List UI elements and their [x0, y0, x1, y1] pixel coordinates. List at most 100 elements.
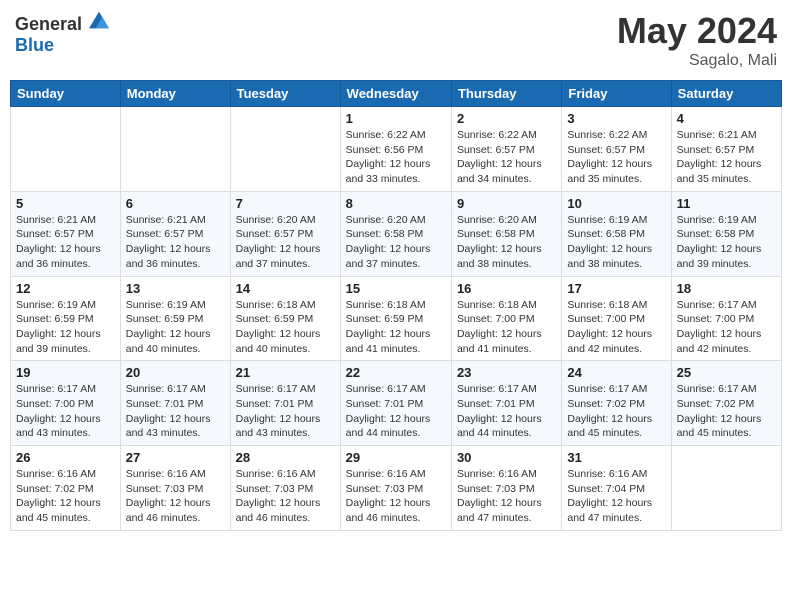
weekday-header-monday: Monday: [120, 81, 230, 107]
calendar-cell: 19 Sunrise: 6:17 AMSunset: 7:00 PMDayligh…: [11, 361, 121, 446]
week-row-1: 1 Sunrise: 6:22 AMSunset: 6:56 PMDaylight…: [11, 107, 782, 192]
weekday-header-row: SundayMondayTuesdayWednesdayThursdayFrid…: [11, 81, 782, 107]
day-number: 17: [567, 281, 665, 296]
weekday-header-tuesday: Tuesday: [230, 81, 340, 107]
day-number: 23: [457, 365, 556, 380]
logo-text: General Blue: [15, 10, 109, 56]
day-number: 19: [16, 365, 115, 380]
day-number: 28: [236, 450, 335, 465]
calendar-cell: [11, 107, 121, 192]
day-info: Sunrise: 6:16 AMSunset: 7:02 PMDaylight:…: [16, 467, 115, 526]
calendar-cell: 22Sunrise: 6:17 AMSunset: 7:01 PMDayligh…: [340, 361, 451, 446]
calendar-cell: [671, 446, 781, 531]
day-info: Sunrise: 6:18 AMSunset: 7:00 PMDaylight:…: [457, 298, 556, 357]
calendar-cell: 13Sunrise: 6:19 AMSunset: 6:59 PMDayligh…: [120, 276, 230, 361]
calendar-cell: [230, 107, 340, 192]
day-number: 5: [16, 196, 115, 211]
day-info: Sunrise: 6:20 AMSunset: 6:57 PMDaylight:…: [236, 213, 335, 272]
day-info: Sunrise: 6:22 AMSunset: 6:57 PMDaylight:…: [457, 128, 556, 187]
day-number: 6: [126, 196, 225, 211]
day-info: Sunrise: 6:18 AMSunset: 7:00 PMDaylight:…: [567, 298, 665, 357]
day-number: 1: [346, 111, 446, 126]
day-number: 9: [457, 196, 556, 211]
day-info: Sunrise: 6:19 AMSunset: 6:58 PMDaylight:…: [567, 213, 665, 272]
day-number: 11: [677, 196, 776, 211]
day-info: Sunrise: 6:21 AMSunset: 6:57 PMDaylight:…: [677, 128, 776, 187]
calendar-cell: 25 Sunrise: 6:17 AMSunset: 7:02 PMDayligh…: [671, 361, 781, 446]
logo-icon: [89, 10, 109, 30]
day-info: Sunrise: 6:17 AMSunset: 7:01 PMDaylight:…: [126, 382, 225, 441]
calendar-cell: 9 Sunrise: 6:20 AMSunset: 6:58 PMDaylight…: [451, 191, 561, 276]
day-number: 20: [126, 365, 225, 380]
calendar-cell: 14 Sunrise: 6:18 AMSunset: 6:59 PMDayligh…: [230, 276, 340, 361]
page-header: General Blue May 2024 Sagalo, Mali: [10, 10, 782, 70]
day-number: 10: [567, 196, 665, 211]
day-number: 30: [457, 450, 556, 465]
day-number: 18: [677, 281, 776, 296]
day-info: Sunrise: 6:17 AMSunset: 7:01 PMDaylight:…: [457, 382, 556, 441]
weekday-header-thursday: Thursday: [451, 81, 561, 107]
calendar-cell: 29Sunrise: 6:16 AMSunset: 7:03 PMDayligh…: [340, 446, 451, 531]
calendar-cell: 5 Sunrise: 6:21 AMSunset: 6:57 PMDaylight…: [11, 191, 121, 276]
calendar-cell: 20 Sunrise: 6:17 AMSunset: 7:01 PMDayligh…: [120, 361, 230, 446]
week-row-5: 26Sunrise: 6:16 AMSunset: 7:02 PMDayligh…: [11, 446, 782, 531]
day-info: Sunrise: 6:17 AMSunset: 7:02 PMDaylight:…: [677, 382, 776, 441]
logo-blue: Blue: [15, 35, 54, 55]
day-number: 24: [567, 365, 665, 380]
day-info: Sunrise: 6:18 AMSunset: 6:59 PMDaylight:…: [236, 298, 335, 357]
day-info: Sunrise: 6:16 AMSunset: 7:03 PMDaylight:…: [457, 467, 556, 526]
day-info: Sunrise: 6:21 AMSunset: 6:57 PMDaylight:…: [16, 213, 115, 272]
day-number: 27: [126, 450, 225, 465]
day-info: Sunrise: 6:21 AMSunset: 6:57 PMDaylight:…: [126, 213, 225, 272]
day-info: Sunrise: 6:17 AMSunset: 7:02 PMDaylight:…: [567, 382, 665, 441]
weekday-header-saturday: Saturday: [671, 81, 781, 107]
day-info: Sunrise: 6:19 AMSunset: 6:58 PMDaylight:…: [677, 213, 776, 272]
calendar-cell: 2 Sunrise: 6:22 AMSunset: 6:57 PMDaylight…: [451, 107, 561, 192]
day-info: Sunrise: 6:22 AMSunset: 6:56 PMDaylight:…: [346, 128, 446, 187]
day-number: 14: [236, 281, 335, 296]
day-number: 3: [567, 111, 665, 126]
day-info: Sunrise: 6:16 AMSunset: 7:03 PMDaylight:…: [126, 467, 225, 526]
day-number: 22: [346, 365, 446, 380]
calendar-cell: 31Sunrise: 6:16 AMSunset: 7:04 PMDayligh…: [562, 446, 671, 531]
title-area: May 2024 Sagalo, Mali: [617, 10, 777, 70]
day-number: 16: [457, 281, 556, 296]
calendar-cell: 23 Sunrise: 6:17 AMSunset: 7:01 PMDayligh…: [451, 361, 561, 446]
calendar-cell: 8 Sunrise: 6:20 AMSunset: 6:58 PMDaylight…: [340, 191, 451, 276]
week-row-2: 5 Sunrise: 6:21 AMSunset: 6:57 PMDaylight…: [11, 191, 782, 276]
day-info: Sunrise: 6:19 AMSunset: 6:59 PMDaylight:…: [16, 298, 115, 357]
calendar-cell: 12 Sunrise: 6:19 AMSunset: 6:59 PMDayligh…: [11, 276, 121, 361]
day-number: 2: [457, 111, 556, 126]
calendar-cell: 10 Sunrise: 6:19 AMSunset: 6:58 PMDayligh…: [562, 191, 671, 276]
calendar-cell: 27 Sunrise: 6:16 AMSunset: 7:03 PMDayligh…: [120, 446, 230, 531]
week-row-4: 19 Sunrise: 6:17 AMSunset: 7:00 PMDayligh…: [11, 361, 782, 446]
day-info: Sunrise: 6:22 AMSunset: 6:57 PMDaylight:…: [567, 128, 665, 187]
calendar-cell: 1 Sunrise: 6:22 AMSunset: 6:56 PMDaylight…: [340, 107, 451, 192]
calendar-cell: 30 Sunrise: 6:16 AMSunset: 7:03 PMDayligh…: [451, 446, 561, 531]
day-number: 4: [677, 111, 776, 126]
day-info: Sunrise: 6:20 AMSunset: 6:58 PMDaylight:…: [457, 213, 556, 272]
calendar-table: SundayMondayTuesdayWednesdayThursdayFrid…: [10, 80, 782, 531]
day-info: Sunrise: 6:19 AMSunset: 6:59 PMDaylight:…: [126, 298, 225, 357]
day-number: 12: [16, 281, 115, 296]
logo-general: General: [15, 14, 82, 34]
calendar-cell: 28 Sunrise: 6:16 AMSunset: 7:03 PMDayligh…: [230, 446, 340, 531]
day-info: Sunrise: 6:18 AMSunset: 6:59 PMDaylight:…: [346, 298, 446, 357]
calendar-cell: 21Sunrise: 6:17 AMSunset: 7:01 PMDayligh…: [230, 361, 340, 446]
day-number: 29: [346, 450, 446, 465]
calendar-cell: 3 Sunrise: 6:22 AMSunset: 6:57 PMDaylight…: [562, 107, 671, 192]
month-title: May 2024: [617, 10, 777, 52]
calendar-cell: [120, 107, 230, 192]
day-info: Sunrise: 6:20 AMSunset: 6:58 PMDaylight:…: [346, 213, 446, 272]
day-info: Sunrise: 6:16 AMSunset: 7:03 PMDaylight:…: [236, 467, 335, 526]
calendar-cell: 4 Sunrise: 6:21 AMSunset: 6:57 PMDaylight…: [671, 107, 781, 192]
weekday-header-friday: Friday: [562, 81, 671, 107]
day-number: 7: [236, 196, 335, 211]
day-number: 21: [236, 365, 335, 380]
calendar-cell: 7 Sunrise: 6:20 AMSunset: 6:57 PMDaylight…: [230, 191, 340, 276]
day-number: 15: [346, 281, 446, 296]
day-number: 25: [677, 365, 776, 380]
day-info: Sunrise: 6:16 AMSunset: 7:04 PMDaylight:…: [567, 467, 665, 526]
day-number: 8: [346, 196, 446, 211]
day-info: Sunrise: 6:17 AMSunset: 7:00 PMDaylight:…: [16, 382, 115, 441]
